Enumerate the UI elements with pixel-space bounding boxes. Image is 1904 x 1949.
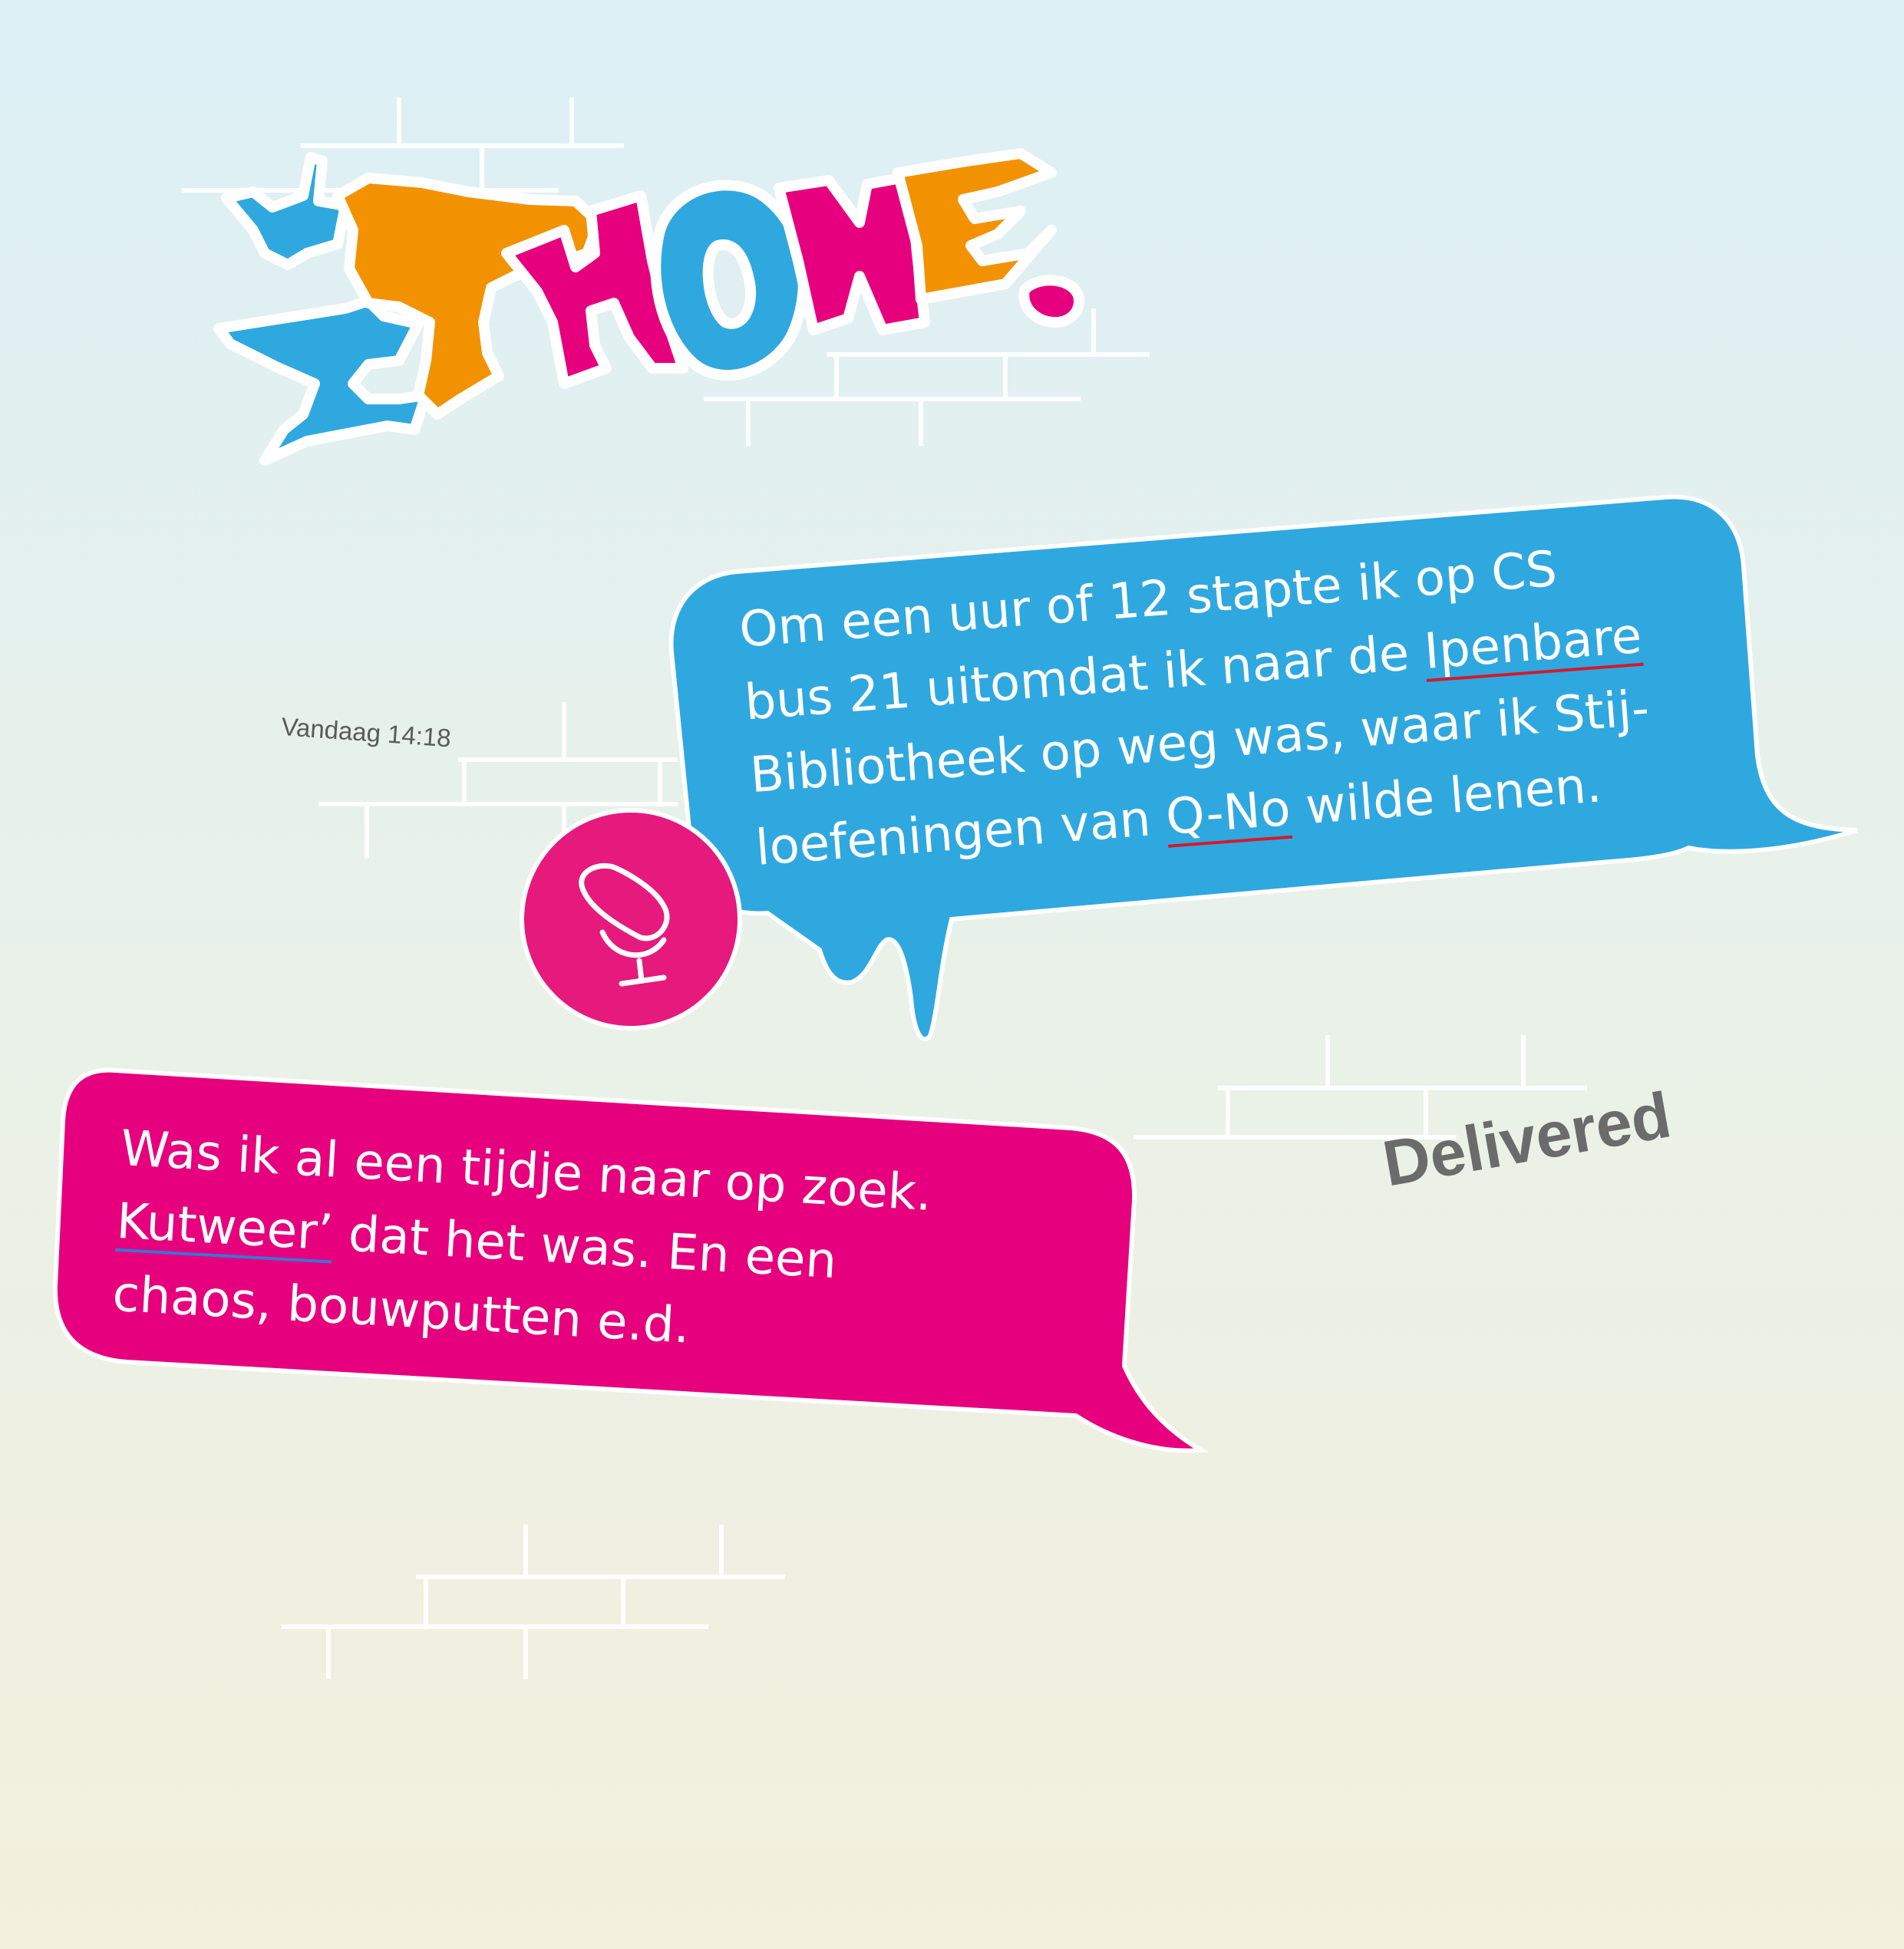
autocorrect-word: Kutweer’ bbox=[115, 1192, 335, 1262]
magenta-message-bubble bbox=[52, 1067, 1209, 1453]
outgoing-message-text: Was ik al een tijdje naar op zoek. Kutwe… bbox=[111, 1120, 934, 1355]
